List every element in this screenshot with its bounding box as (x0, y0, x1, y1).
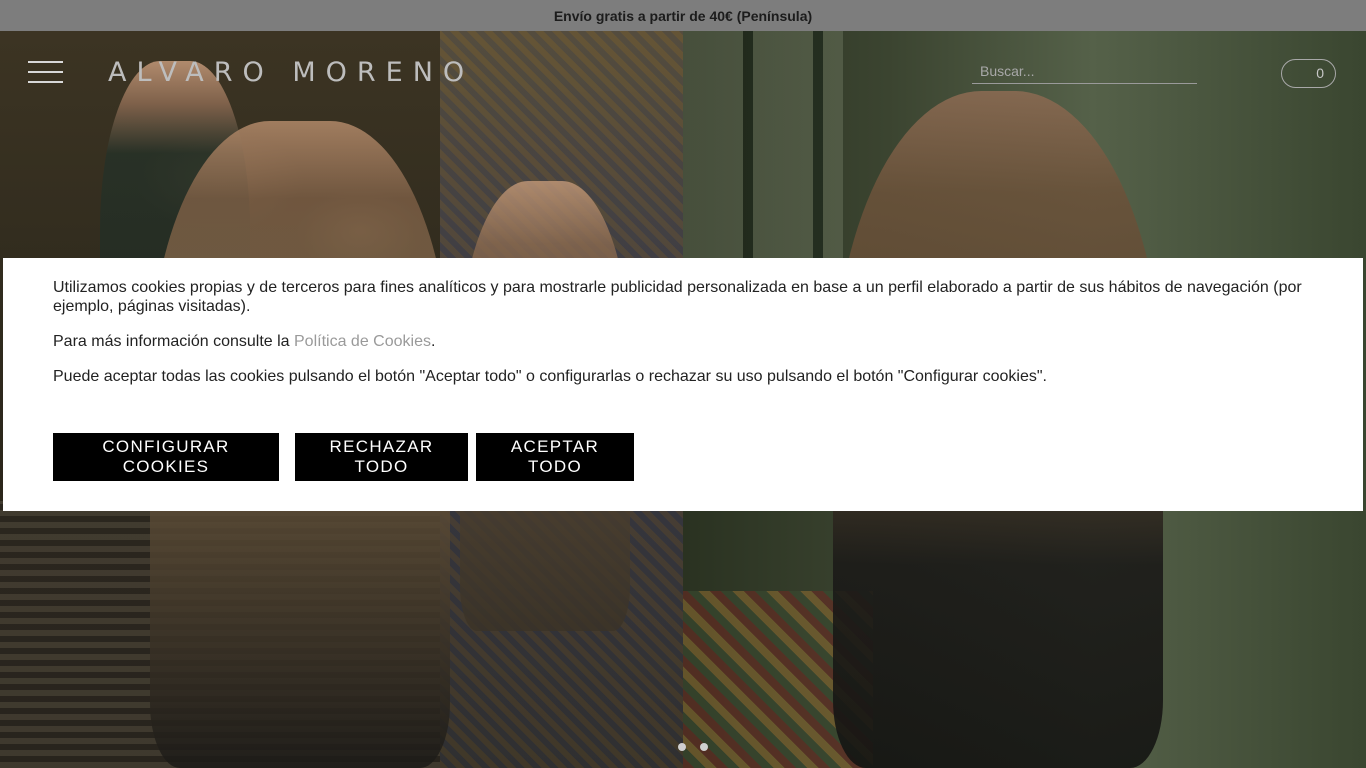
accept-all-button[interactable]: ACEPTAR TODO (476, 433, 634, 481)
site-header: ALVARO MORENO 0 (0, 31, 1366, 111)
hamburger-menu-icon[interactable] (28, 61, 63, 85)
search-box (972, 60, 1197, 84)
cookie-text-3: Puede aceptar todas las cookies pulsando… (53, 368, 1047, 385)
cookie-text-2: Para más información consulte la Polític… (53, 333, 436, 350)
cookie-buttons: CONFIGURAR COOKIES RECHAZAR TODO ACEPTAR… (53, 433, 634, 481)
slider-dot-1[interactable] (678, 743, 686, 751)
cart-button[interactable]: 0 (1281, 59, 1336, 88)
cookie-policy-link[interactable]: Política de Cookies (294, 333, 431, 350)
shipping-banner: Envío gratis a partir de 40€ (Península) (0, 0, 1366, 31)
shipping-banner-text: Envío gratis a partir de 40€ (Península) (553, 7, 813, 24)
cookie-text-1: Utilizamos cookies propias y de terceros… (53, 279, 1302, 315)
search-input[interactable] (972, 60, 1197, 82)
brand-logo[interactable]: ALVARO MORENO (108, 57, 474, 88)
reject-all-button[interactable]: RECHAZAR TODO (295, 433, 468, 481)
slider-dot-2[interactable] (700, 743, 708, 751)
configure-cookies-button[interactable]: CONFIGURAR COOKIES (53, 433, 279, 481)
cart-count: 0 (1316, 65, 1324, 81)
cookie-banner: Utilizamos cookies propias y de terceros… (3, 258, 1363, 511)
slider-dots (678, 743, 708, 751)
